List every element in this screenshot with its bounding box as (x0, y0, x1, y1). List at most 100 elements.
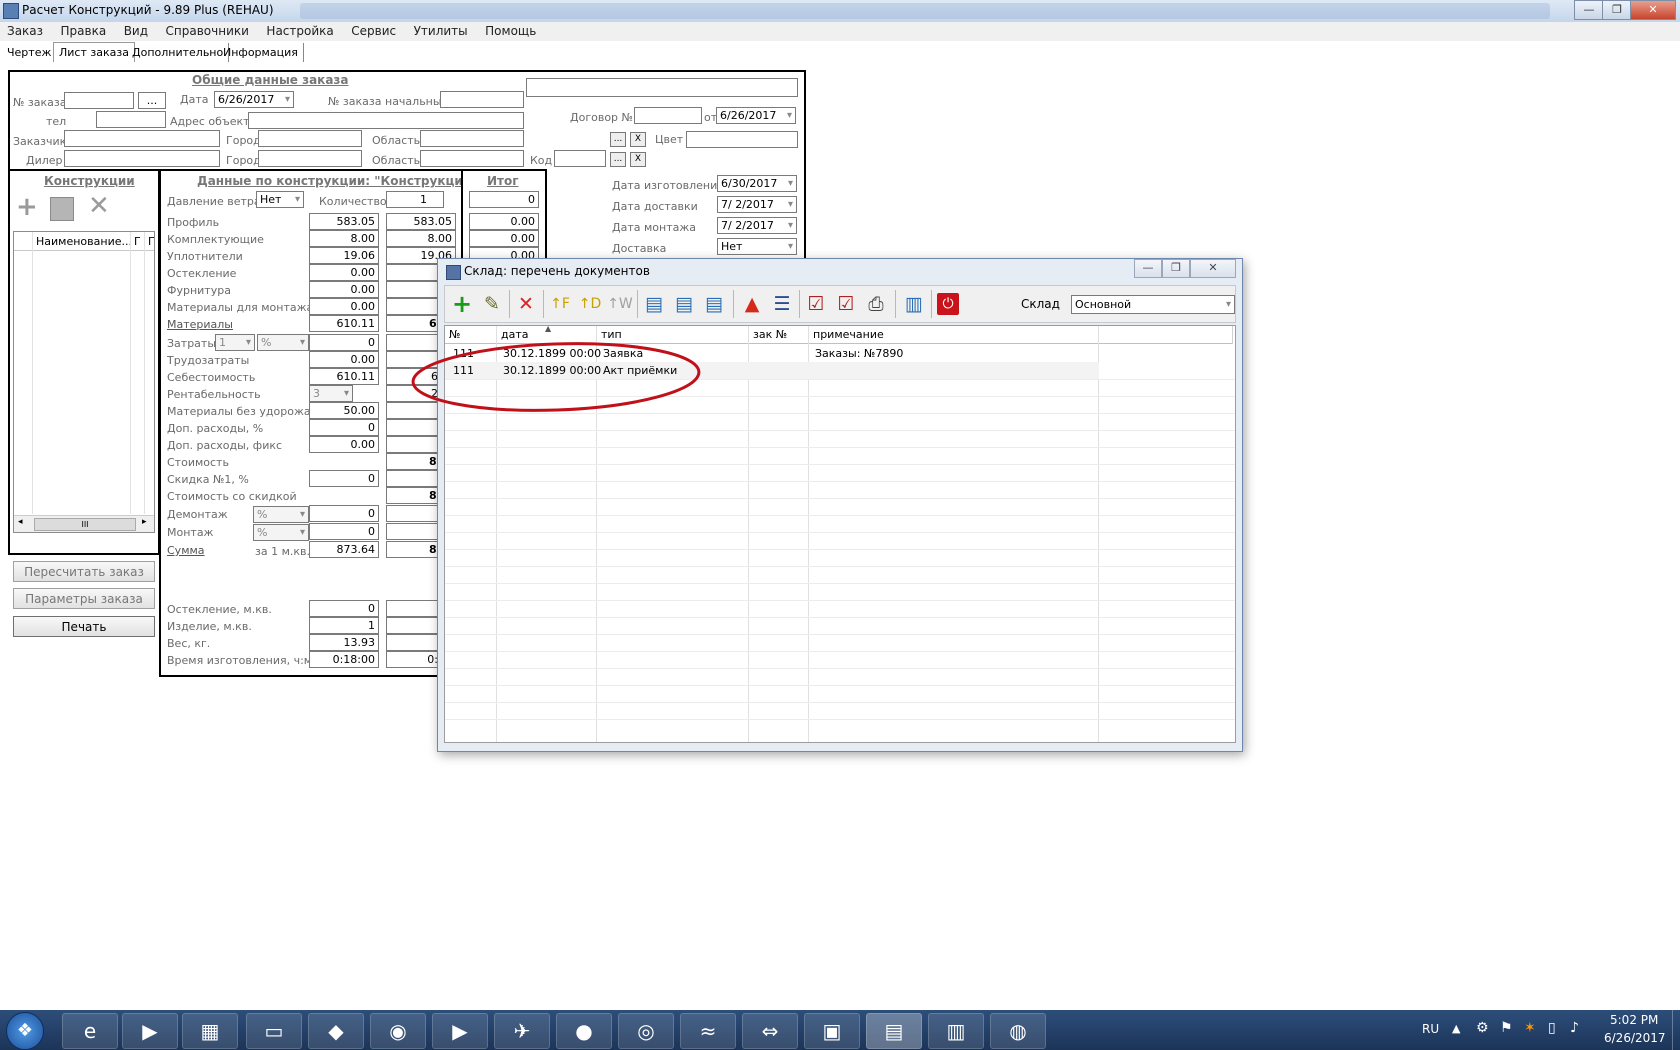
row-value-1[interactable]: 0.00 (309, 298, 379, 315)
install-date-picker[interactable]: 7/ 2/2017 (717, 217, 797, 234)
show-desktop-button[interactable] (1672, 1010, 1680, 1050)
row-value-1[interactable]: 583.05 (309, 213, 379, 230)
report-icon[interactable]: ▤ (641, 291, 667, 317)
contract-field[interactable] (634, 107, 702, 124)
terminal-app-icon[interactable]: ▥ (928, 1013, 984, 1049)
maximize-button[interactable]: ❐ (1602, 0, 1632, 20)
col-order-header[interactable]: зак № (749, 326, 809, 344)
tab-info[interactable]: Информация (218, 43, 304, 62)
qty-spinner[interactable]: 1 (386, 191, 444, 208)
costs-unit-dropdown[interactable]: % (257, 334, 309, 351)
flag-icon[interactable]: ⚑ (1500, 1020, 1513, 1036)
dialog-maximize-button[interactable]: ❐ (1162, 259, 1190, 278)
menu-order[interactable]: Заказ (0, 22, 50, 40)
tray-expand-icon[interactable]: ▲ (1452, 1022, 1460, 1035)
row-value-1[interactable]: 19.06 (309, 247, 379, 264)
dialog-minimize-button[interactable]: — (1134, 259, 1162, 278)
sum-link[interactable]: Сумма (167, 544, 205, 557)
row-value-1[interactable]: 8.00 (309, 230, 379, 247)
row-value-2[interactable]: 8.00 (386, 230, 456, 247)
order-params-button[interactable]: Параметры заказа (13, 588, 155, 609)
code-field[interactable] (554, 150, 606, 167)
start-icon[interactable]: ❖ (6, 1012, 44, 1050)
extra-fix-value-1[interactable]: 0.00 (309, 436, 379, 453)
customer-city-field[interactable] (258, 130, 362, 147)
firefox-icon[interactable]: ● (556, 1013, 612, 1049)
order-comment-field[interactable] (526, 78, 798, 97)
menu-settings[interactable]: Настройка (259, 22, 340, 40)
totals-value-2[interactable]: 0.00 (469, 230, 539, 247)
recalc-order-button[interactable]: Пересчитать заказ (13, 561, 155, 582)
minimize-button[interactable]: — (1574, 0, 1604, 20)
close-button[interactable]: ✕ (1630, 0, 1676, 20)
add-construction-icon[interactable]: + (16, 194, 42, 221)
warning-icon[interactable]: ▲ (739, 291, 765, 317)
scroll-left-icon[interactable]: ◂ (18, 517, 23, 527)
horizontal-scrollbar[interactable]: ◂ III ▸ (14, 515, 154, 532)
wifi-app-icon[interactable]: ≈ (680, 1013, 736, 1049)
shipping-dropdown[interactable]: Нет (717, 238, 797, 255)
batman-icon[interactable]: ◆ (308, 1013, 364, 1049)
color-field[interactable] (686, 131, 798, 148)
tab-additional[interactable]: Дополнительно (127, 43, 230, 62)
ie-icon[interactable]: e (62, 1013, 118, 1049)
dismantle-value-1[interactable]: 0 (309, 505, 379, 522)
row-value-2[interactable]: 583.05 (386, 213, 456, 230)
color-clear-button[interactable]: X (630, 132, 646, 147)
col-note-header[interactable]: примечание (809, 326, 1099, 344)
print-button[interactable]: Печать (13, 616, 155, 637)
item-sqm-value-1[interactable]: 1 (309, 617, 379, 634)
delivery-date-picker[interactable]: 7/ 2/2017 (717, 196, 797, 213)
import-web-icon[interactable]: ↑W (607, 291, 633, 317)
network-app-icon[interactable]: ▣ (804, 1013, 860, 1049)
totals-qty[interactable]: 0 (469, 191, 539, 208)
col-g-header[interactable]: Г (134, 235, 141, 248)
explorer-icon[interactable]: ▭ (246, 1013, 302, 1049)
edit-icon[interactable]: ✎ (479, 291, 505, 317)
import-file-icon[interactable]: ↑F (547, 291, 573, 317)
costs-value-1[interactable]: 0 (309, 334, 379, 351)
building-icon[interactable]: ▥ (901, 291, 927, 317)
delete-construction-icon[interactable]: ✕ (88, 193, 114, 219)
phone-field[interactable] (96, 111, 166, 128)
customer-field[interactable] (64, 130, 220, 147)
address-field[interactable] (248, 112, 524, 129)
tray-fire-icon[interactable]: ✶ (1524, 1020, 1536, 1036)
import-dbf-icon[interactable]: ↑D (577, 291, 603, 317)
teamviewer-icon[interactable]: ⇔ (742, 1013, 798, 1049)
selfcost-value-1[interactable]: 610.11 (309, 368, 379, 385)
chrome-icon[interactable]: ◎ (618, 1013, 674, 1049)
labor-value-1[interactable]: 0.00 (309, 351, 379, 368)
weight-value-1[interactable]: 13.93 (309, 634, 379, 651)
scroll-right-icon[interactable]: ▸ (142, 517, 147, 527)
col-g2-header[interactable]: Г (148, 235, 155, 248)
order-no-browse[interactable]: ... (138, 92, 166, 109)
mat-nomarkup-value-1[interactable]: 50.00 (309, 402, 379, 419)
dealer-region-field[interactable] (420, 150, 524, 167)
col-name-header[interactable]: Наименование... (36, 235, 132, 248)
vs-icon[interactable]: ▶ (432, 1013, 488, 1049)
menu-references[interactable]: Справочники (159, 22, 256, 40)
menu-edit[interactable]: Правка (54, 22, 114, 40)
menu-view[interactable]: Вид (117, 22, 155, 40)
network-icon[interactable]: ▯ (1548, 1020, 1556, 1036)
clock-time[interactable]: 5:02 PM (1610, 1013, 1658, 1027)
customer-region-field[interactable] (420, 130, 524, 147)
plane-app-icon[interactable]: ✈ (494, 1013, 550, 1049)
dealer-city-field[interactable] (258, 150, 362, 167)
document-icon[interactable]: ☰ (769, 291, 795, 317)
install-unit-dropdown[interactable]: % (253, 524, 309, 541)
color-browse-button[interactable]: ... (610, 132, 626, 147)
warehouse-dropdown[interactable]: Основной (1071, 295, 1235, 314)
edit-construction-icon[interactable] (50, 197, 74, 221)
add-icon[interactable]: + (449, 291, 475, 317)
row-value-1[interactable]: 0.00 (309, 281, 379, 298)
volume-icon[interactable]: ♪ (1570, 1020, 1579, 1036)
glazing-sqm-value-1[interactable]: 0 (309, 600, 379, 617)
menu-help[interactable]: Помощь (478, 22, 543, 40)
code-browse-button[interactable]: ... (610, 152, 626, 167)
calculator-icon[interactable]: ▦ (182, 1013, 238, 1049)
dealer-field[interactable] (64, 150, 220, 167)
materials-link[interactable]: Материалы (167, 318, 233, 331)
power-icon[interactable]: ⏻ (937, 293, 959, 315)
